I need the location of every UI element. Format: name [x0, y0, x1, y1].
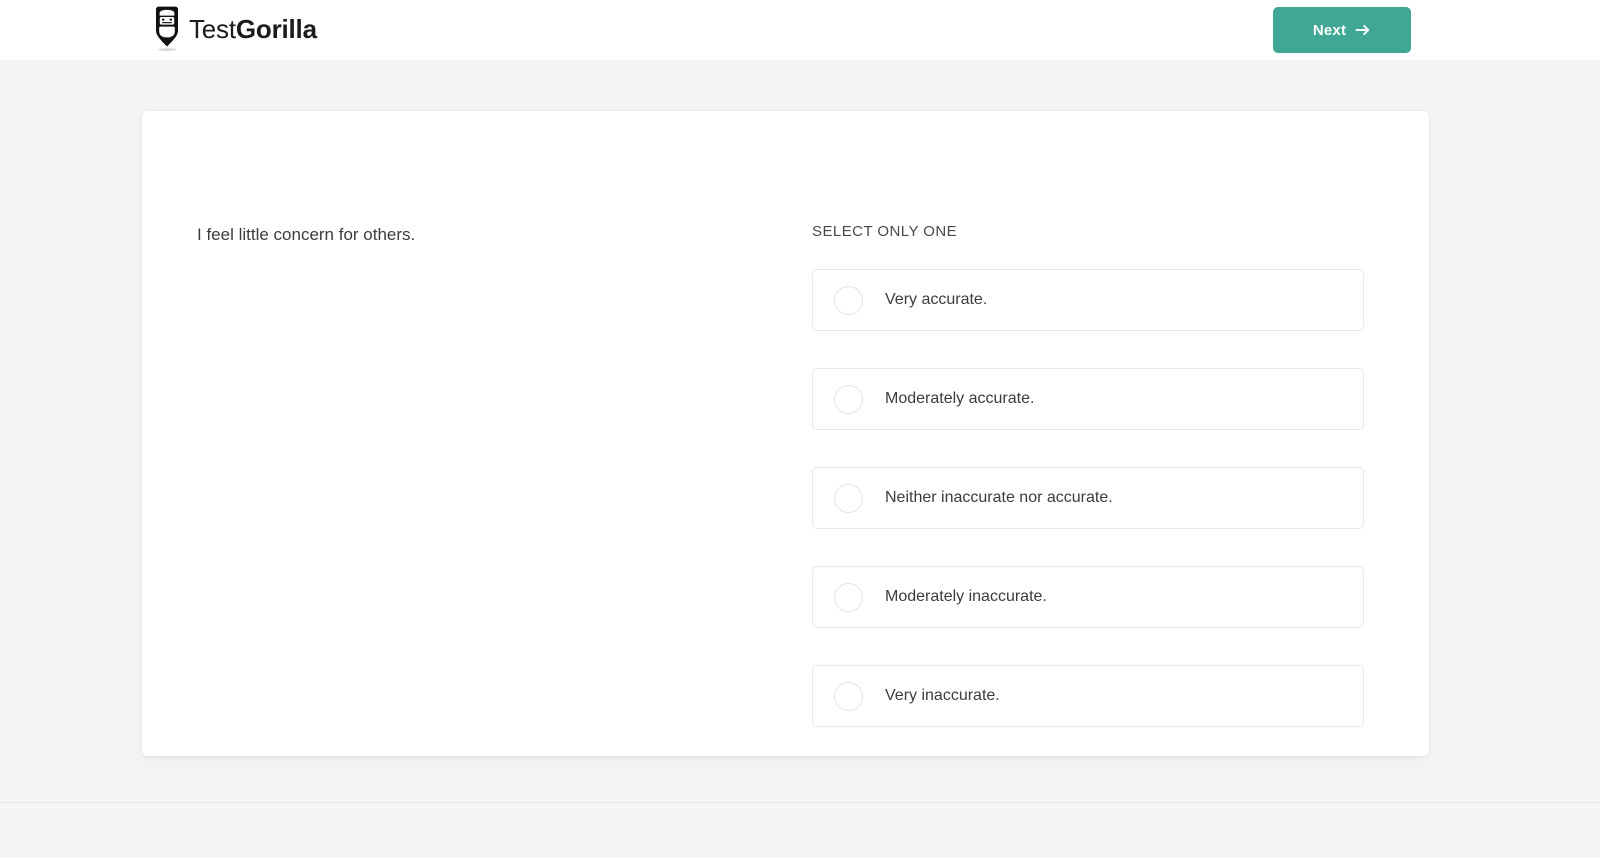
- radio-icon[interactable]: [834, 681, 863, 711]
- question-prompt: I feel little concern for others.: [197, 225, 416, 244]
- option-label: Moderately accurate.: [885, 390, 1035, 408]
- footer-divider: [0, 802, 1600, 803]
- select-only-one-label: SELECT ONLY ONE: [812, 223, 958, 240]
- radio-icon[interactable]: [834, 582, 863, 612]
- next-button[interactable]: Next: [1273, 7, 1411, 53]
- question-pane: I feel little concern for others.: [142, 111, 812, 756]
- option-list: Very accurate. Moderately accurate. Neit…: [812, 269, 1364, 727]
- option-card-very-accurate[interactable]: Very accurate.: [812, 269, 1364, 331]
- arrow-right-icon: [1355, 24, 1370, 36]
- option-label: Neither inaccurate nor accurate.: [885, 489, 1113, 507]
- option-card-neither-inaccurate-nor-accurate[interactable]: Neither inaccurate nor accurate.: [812, 467, 1364, 529]
- option-card-moderately-inaccurate[interactable]: Moderately inaccurate.: [812, 566, 1364, 628]
- option-label: Very accurate.: [885, 291, 988, 309]
- brand-text-light: Test: [189, 14, 236, 44]
- radio-icon[interactable]: [834, 384, 863, 414]
- question-card: I feel little concern for others. SELECT…: [142, 111, 1429, 756]
- option-card-moderately-accurate[interactable]: Moderately accurate.: [812, 368, 1364, 430]
- option-label: Moderately inaccurate.: [885, 588, 1047, 606]
- radio-icon[interactable]: [834, 483, 863, 513]
- app-header: TestGorilla Next: [0, 0, 1600, 60]
- gorilla-face-icon: [156, 6, 178, 52]
- radio-icon[interactable]: [834, 285, 863, 315]
- answers-pane: SELECT ONLY ONE Very accurate. Moderatel…: [812, 111, 1429, 756]
- option-label: Very inaccurate.: [885, 687, 1000, 705]
- brand-text-bold: Gorilla: [235, 14, 317, 44]
- brand-logo[interactable]: TestGorilla: [152, 0, 317, 60]
- next-button-label: Next: [1312, 21, 1347, 39]
- option-card-very-inaccurate[interactable]: Very inaccurate.: [812, 665, 1364, 727]
- page-body: I feel little concern for others. SELECT…: [0, 60, 1600, 858]
- brand-wordmark: TestGorilla: [189, 16, 317, 44]
